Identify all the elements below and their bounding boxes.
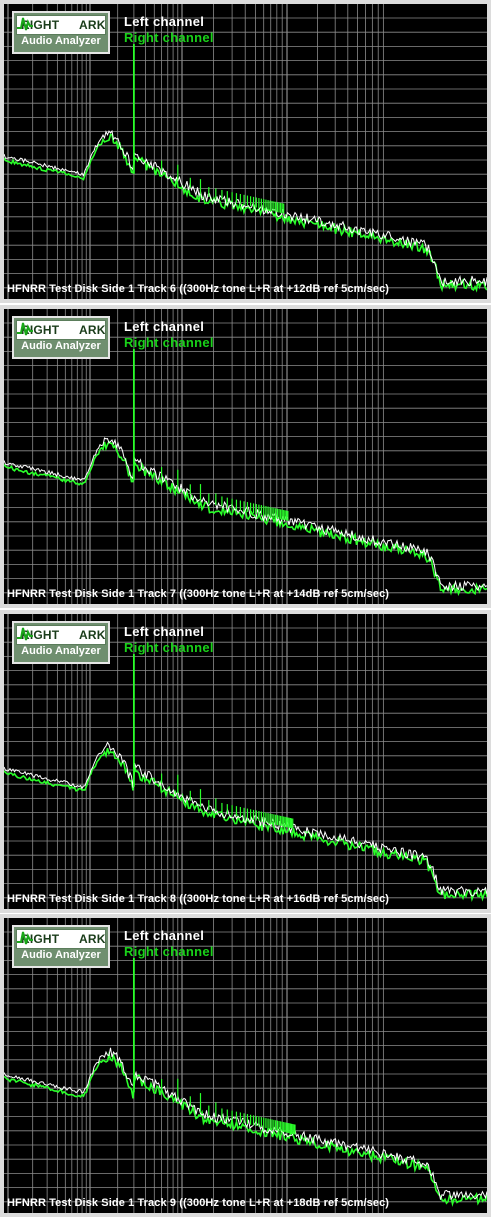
logo-waveform-icon bbox=[17, 322, 33, 336]
rightmark-logo: RIGHT ARK Audio Analyzer bbox=[12, 316, 110, 359]
legend-left-channel: Left channel bbox=[124, 928, 205, 943]
chart-caption: HFNRR Test Disk Side 1 Track 7 ((300Hz t… bbox=[7, 588, 390, 600]
spectrum-panel-track-7: RIGHT ARK Audio Analyzer Left channel Ri… bbox=[0, 305, 491, 608]
spectrum-panel-stack: RIGHT ARK Audio Analyzer Left channel Ri… bbox=[0, 0, 491, 1219]
logo-waveform-icon bbox=[17, 17, 33, 31]
legend-right-channel: Right channel bbox=[124, 944, 214, 959]
legend-right-channel: Right channel bbox=[124, 30, 214, 45]
spectrum-panel-track-6: RIGHT ARK Audio Analyzer Left channel Ri… bbox=[0, 0, 491, 303]
plot-area: RIGHT ARK Audio Analyzer Left channel Ri… bbox=[4, 309, 487, 604]
rightmark-logo: RIGHT ARK Audio Analyzer bbox=[12, 925, 110, 968]
rightmark-logo: RIGHT ARK Audio Analyzer bbox=[12, 621, 110, 664]
legend-left-channel: Left channel bbox=[124, 14, 205, 29]
legend-left-channel: Left channel bbox=[124, 319, 205, 334]
logo-waveform-icon bbox=[17, 627, 33, 641]
chart-caption: HFNRR Test Disk Side 1 Track 8 ((300Hz t… bbox=[7, 893, 390, 905]
spectrum-panel-track-9: RIGHT ARK Audio Analyzer Left channel Ri… bbox=[0, 914, 491, 1217]
spectrum-panel-track-8: RIGHT ARK Audio Analyzer Left channel Ri… bbox=[0, 610, 491, 913]
rightmark-logo: RIGHT ARK Audio Analyzer bbox=[12, 11, 110, 54]
chart-caption: HFNRR Test Disk Side 1 Track 9 ((300Hz t… bbox=[7, 1197, 390, 1209]
plot-area: RIGHT ARK Audio Analyzer Left channel Ri… bbox=[4, 614, 487, 909]
legend-right-channel: Right channel bbox=[124, 640, 214, 655]
logo-waveform-icon bbox=[17, 931, 33, 945]
plot-area: RIGHT ARK Audio Analyzer Left channel Ri… bbox=[4, 918, 487, 1213]
legend-left-channel: Left channel bbox=[124, 624, 205, 639]
plot-area: RIGHT ARK Audio Analyzer Left channel Ri… bbox=[4, 4, 487, 299]
legend-right-channel: Right channel bbox=[124, 335, 214, 350]
chart-caption: HFNRR Test Disk Side 1 Track 6 ((300Hz t… bbox=[7, 283, 390, 295]
harmonic-spikes bbox=[132, 349, 289, 521]
